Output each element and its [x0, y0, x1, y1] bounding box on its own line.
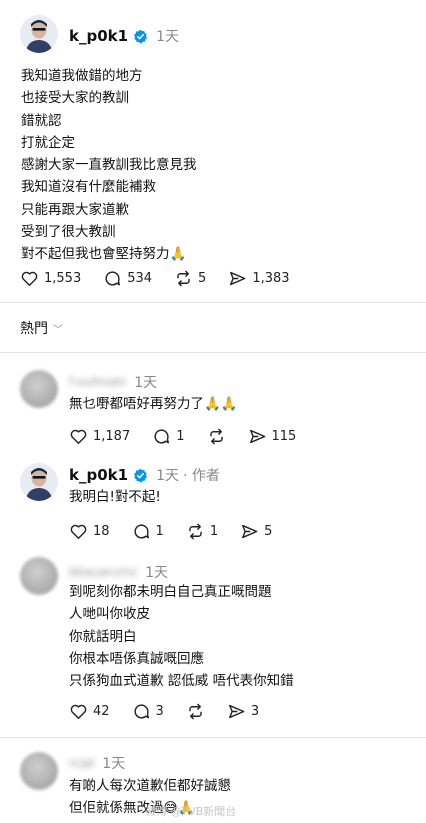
comment-icon — [105, 271, 121, 286]
comment-actions: 1,187 1 115 — [69, 427, 318, 446]
avatar-image — [20, 463, 58, 501]
comment-icon — [154, 429, 170, 444]
repost-count: 5 — [198, 271, 207, 286]
repost-button[interactable]: 5 — [174, 269, 206, 288]
comment-actions: 18 1 1 5 — [69, 522, 294, 541]
divider — [0, 302, 426, 303]
reply-button[interactable]: 1 — [132, 522, 164, 541]
reply-button[interactable]: 534 — [103, 269, 152, 288]
avatar-image — [20, 15, 58, 53]
comment-line: 到呢刻你都未明白自己真正嘅問題 — [69, 584, 272, 600]
repost-icon — [189, 703, 202, 720]
repost-button[interactable]: 1 — [186, 522, 218, 541]
post-line: 也接受大家的教訓 — [21, 90, 129, 107]
heart-icon — [21, 271, 38, 286]
comment-time: 1天 — [102, 756, 126, 772]
like-count: 1,187 — [93, 429, 131, 444]
share-button[interactable]: 5 — [240, 522, 272, 541]
username[interactable]: k_p0k1 — [69, 27, 128, 45]
post-time: 1天 — [156, 29, 179, 45]
author-tag: · 作者 — [182, 468, 220, 484]
reply-count: 534 — [127, 271, 153, 286]
heart-icon — [70, 704, 87, 719]
avatar[interactable] — [20, 370, 58, 408]
post-line: 打就企定 — [21, 134, 75, 151]
post-line: 感謝大家一直教訓我比意見我 — [21, 157, 197, 174]
post-line: 我知道沒有什麼能補救 — [21, 179, 156, 196]
like-count: 42 — [93, 704, 110, 719]
heart-icon — [70, 524, 87, 539]
comment-text: 無乜嘢都唔好再努力了🙏🙏 — [69, 393, 238, 415]
share-button[interactable]: 3 — [227, 702, 259, 721]
comment-line: 人哋叫你收皮 — [69, 606, 150, 623]
share-count: 115 — [271, 429, 297, 444]
like-button[interactable]: 18 — [69, 522, 110, 541]
repost-icon — [189, 523, 202, 540]
avatar[interactable] — [20, 15, 58, 53]
chevron-down-icon: ﹀ — [53, 324, 63, 336]
repost-icon — [177, 270, 190, 287]
post-text: 我知道我做錯的地方 也接受大家的教訓 錯就認 打就企定 感謝大家一直教訓我比意見… — [21, 65, 197, 266]
reply-count: 1 — [155, 524, 164, 539]
comment-line: 無乜嘢都唔好再努力了🙏🙏 — [69, 396, 238, 412]
repost-icon — [209, 428, 223, 445]
share-count: 5 — [264, 524, 273, 539]
repost-button[interactable] — [186, 702, 205, 721]
post-line: 錯就認 — [21, 112, 62, 129]
comment-time: 1天 — [156, 468, 179, 484]
share-button[interactable]: 1,383 — [228, 269, 290, 288]
comment-time: 1天 — [145, 565, 168, 581]
post-actions: 1,553 534 5 1,383 — [20, 269, 312, 288]
reply-count: 1 — [176, 429, 185, 444]
share-count: 3 — [250, 704, 260, 719]
send-icon — [249, 429, 265, 444]
sort-label: 熱門 — [20, 321, 48, 337]
avatar[interactable] — [20, 557, 58, 595]
comment-line: 你根本唔係真誠嘅回應 — [69, 650, 204, 667]
send-icon — [242, 524, 258, 539]
like-button[interactable]: 1,553 — [20, 269, 81, 288]
verified-badge-icon — [134, 468, 148, 482]
comment-line: 你就話明白 — [69, 628, 137, 645]
post-line: 我知道我做錯的地方 — [21, 68, 143, 84]
divider — [0, 737, 426, 738]
sort-dropdown[interactable]: 熱門 ﹀ — [20, 318, 63, 338]
like-count: 1,553 — [44, 271, 82, 286]
username[interactable]: rcjal — [69, 756, 94, 770]
like-button[interactable]: 42 — [69, 702, 110, 721]
verified-badge-icon — [134, 29, 148, 43]
comment-line: 我明白!對不起! — [69, 489, 161, 505]
watermark: 微博 @TVB新聞台 — [145, 805, 237, 818]
share-count: 1,383 — [252, 271, 290, 286]
reply-button[interactable]: 3 — [132, 702, 164, 721]
avatar[interactable] — [20, 463, 58, 501]
comment-icon — [134, 704, 149, 719]
repost-count: 1 — [209, 524, 219, 539]
avatar[interactable] — [20, 752, 58, 790]
post-line: 對不起但我也會堅持努力🙏 — [21, 246, 187, 263]
share-button[interactable]: 115 — [248, 427, 297, 446]
post-line: 受到了很大教訓 — [21, 224, 116, 241]
divider — [0, 352, 426, 353]
comment-text: 到呢刻你都未明白自己真正嘅問題 人哋叫你收皮 你就話明白 你根本唔係真誠嘅回應 … — [69, 581, 294, 692]
comment-icon — [134, 524, 149, 539]
send-icon — [228, 704, 245, 719]
comment-line: 有啲人每次道歉佢都好誠懇 — [69, 778, 231, 794]
reply-button[interactable]: 1 — [152, 427, 185, 446]
username[interactable]: f·oufmaln — [69, 375, 126, 389]
heart-icon — [70, 429, 87, 444]
comment-actions: 42 3 3 — [69, 702, 281, 721]
comment-time: 1天 — [134, 375, 158, 391]
reply-count: 3 — [155, 704, 164, 719]
send-icon — [230, 271, 246, 286]
post-line: 只能再跟大家道歉 — [21, 201, 129, 218]
like-count: 18 — [93, 524, 110, 539]
comment-text: 我明白!對不起! — [69, 486, 161, 508]
repost-button[interactable] — [207, 427, 226, 446]
username[interactable]: k_p0k1 — [69, 466, 128, 484]
comment-line: 只係狗血式道歉 認低威 唔代表你知錯 — [69, 673, 294, 690]
username[interactable]: bbauarumz — [69, 565, 137, 579]
like-button[interactable]: 1,187 — [69, 427, 130, 446]
